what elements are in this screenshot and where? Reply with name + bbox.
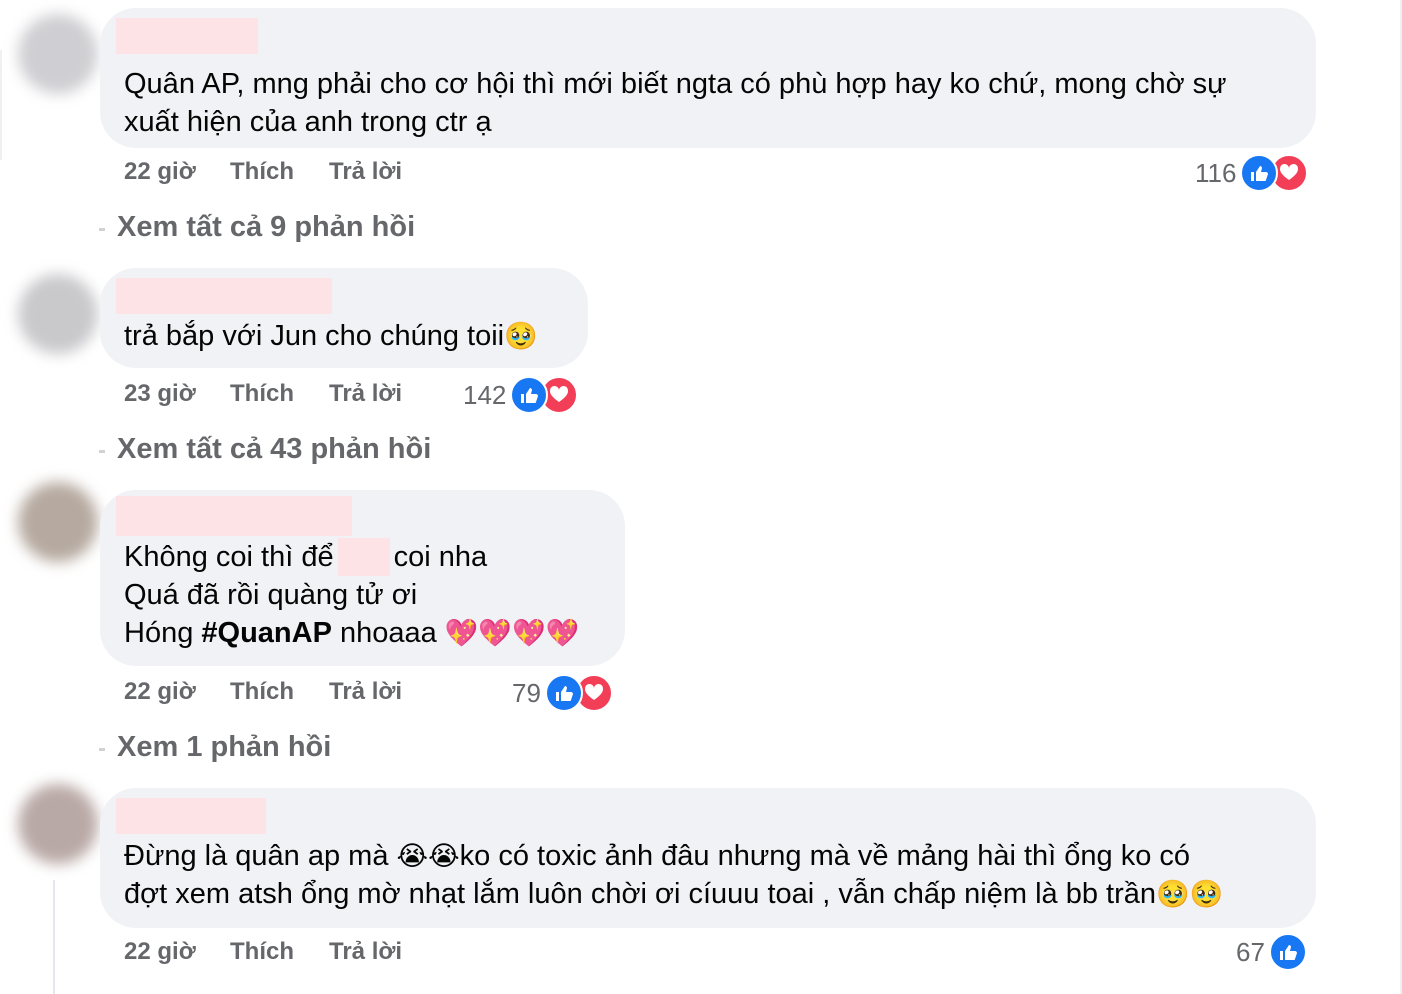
- like-button[interactable]: Thích: [230, 380, 294, 408]
- sparkling-heart-emoji: 💖💖💖💖: [444, 618, 580, 649]
- reply-button[interactable]: Trả lời: [329, 158, 402, 186]
- comment-text-line: Đừng là quân ap mà 😭😭ko có toxic ảnh đâu…: [124, 837, 1190, 876]
- crying-face-emoji: 😭😭: [396, 841, 460, 872]
- reply-indicator: [99, 450, 105, 453]
- thread-edge: [0, 50, 2, 160]
- thread-connector-line: [53, 880, 55, 994]
- avatar[interactable]: [18, 784, 98, 864]
- redacted-author-name[interactable]: [116, 278, 332, 314]
- comment-text-line: Hóng #QuanAP nhoaaa 💖💖💖💖: [124, 614, 579, 653]
- comment-text: Đừng là quân ap mà: [124, 840, 397, 872]
- reply-indicator: [99, 228, 105, 231]
- reaction-count: 116: [1195, 157, 1237, 188]
- redacted-author-name[interactable]: [116, 18, 258, 54]
- comment-text-line: xuất hiện của anh trong ctr ạ: [124, 106, 492, 138]
- hashtag-link[interactable]: #QuanAP: [201, 617, 332, 649]
- like-icon: [1268, 933, 1307, 971]
- comment-text: coi nha: [393, 541, 488, 573]
- comment-text-line: trả bắp với Jun cho chúng toii🥹: [124, 317, 538, 356]
- reaction-count: 67: [1236, 936, 1265, 967]
- like-button[interactable]: Thích: [230, 678, 294, 706]
- comment-timestamp[interactable]: 22 giờ: [124, 938, 196, 966]
- view-replies-link[interactable]: Xem tất cả 43 phản hồi: [117, 433, 431, 466]
- comment-bubble: trả bắp với Jun cho chúng toii🥹: [100, 268, 588, 368]
- avatar[interactable]: [18, 274, 98, 354]
- reaction-summary[interactable]: 116: [1195, 154, 1309, 192]
- avatar[interactable]: [18, 14, 98, 94]
- comment-timestamp[interactable]: 23 giờ: [124, 380, 196, 408]
- comment-timestamp[interactable]: 22 giờ: [124, 678, 196, 706]
- like-icon: [544, 674, 583, 712]
- pleading-face-emoji: 🥹: [504, 321, 538, 352]
- like-button[interactable]: Thích: [230, 158, 294, 186]
- reply-button[interactable]: Trả lời: [329, 938, 402, 966]
- reaction-count: 79: [512, 677, 541, 708]
- redacted-author-name[interactable]: [116, 798, 266, 834]
- reaction-summary[interactable]: 142: [463, 376, 579, 414]
- reply-button[interactable]: Trả lời: [329, 380, 402, 408]
- like-icon: [1240, 154, 1279, 192]
- comment-text: Hóng: [124, 617, 202, 649]
- comment-bubble: Đừng là quân ap mà 😭😭ko có toxic ảnh đâu…: [100, 788, 1316, 928]
- comment-text-line: Quân AP, mng phải cho cơ hội thì mới biế…: [124, 68, 1227, 100]
- comment-bubble: Quân AP, mng phải cho cơ hội thì mới biế…: [100, 8, 1316, 148]
- redacted-mention: [337, 538, 390, 576]
- avatar[interactable]: [18, 482, 98, 562]
- reaction-summary[interactable]: 79: [512, 674, 613, 712]
- comment-text: trả bắp với Jun cho chúng toii: [124, 320, 505, 352]
- view-replies-link[interactable]: Xem 1 phản hồi: [117, 731, 331, 764]
- comment-text-line: đợt xem atsh ổng mờ nhạt lắm luôn chời ơ…: [124, 875, 1223, 914]
- view-replies-link[interactable]: Xem tất cả 9 phản hồi: [117, 211, 415, 244]
- comment-text: Không coi thì để: [124, 541, 334, 573]
- comment-bubble: Không coi thì để coi nha Quá đã rồi quàng…: [100, 490, 625, 666]
- reply-button[interactable]: Trả lời: [329, 678, 402, 706]
- comment-text: nhoaaa: [331, 617, 445, 649]
- comment-text-line: Không coi thì để coi nha: [124, 538, 487, 576]
- like-icon: [510, 376, 549, 414]
- like-button[interactable]: Thích: [230, 938, 294, 966]
- pleading-face-emoji: 🥹🥹: [1156, 879, 1224, 910]
- redacted-author-name[interactable]: [116, 496, 352, 536]
- reply-indicator: [99, 748, 105, 751]
- reaction-count: 142: [463, 379, 507, 410]
- reaction-summary[interactable]: 67: [1236, 933, 1307, 971]
- comment-text: ko có toxic ảnh đâu nhưng mà về mảng hài…: [459, 840, 1191, 872]
- comment-text: đợt xem atsh ổng mờ nhạt lắm luôn chời ơ…: [124, 878, 1156, 910]
- comment-text-line: Quá đã rồi quàng tử ơi: [124, 579, 418, 611]
- comment-timestamp[interactable]: 22 giờ: [124, 158, 196, 186]
